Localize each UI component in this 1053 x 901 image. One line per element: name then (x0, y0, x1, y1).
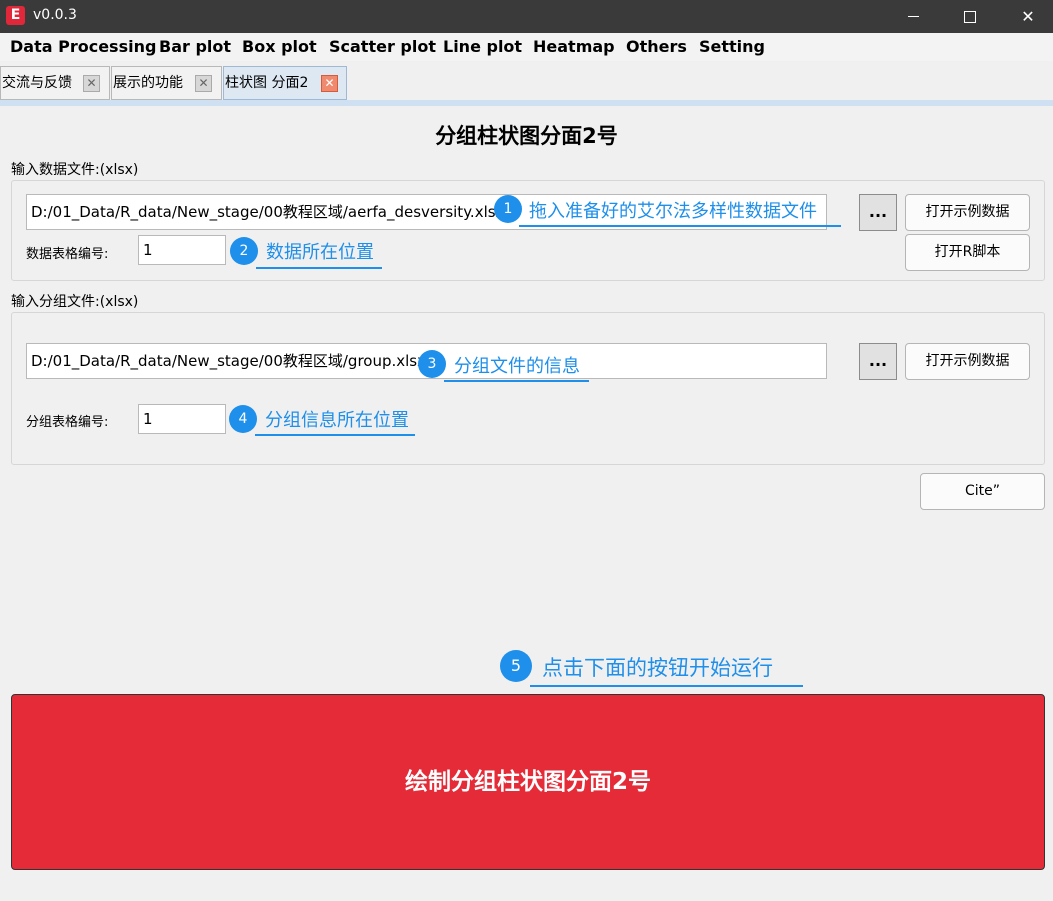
annotation-underline (444, 380, 589, 382)
menu-scatter-plot[interactable]: Scatter plot (329, 37, 436, 56)
group-file-section-label: 输入分组文件:(xlsx) (11, 294, 139, 310)
menu-bar: Data Processing Bar plot Box plot Scatte… (0, 33, 1053, 61)
tab-bar-facet[interactable]: 柱状图 分面2 ✕ (223, 66, 347, 100)
maximize-button[interactable] (945, 0, 995, 33)
group-file-browse-button[interactable]: ... (859, 343, 897, 380)
window-title: v0.0.3 (33, 7, 77, 23)
menu-bar-plot[interactable]: Bar plot (159, 37, 231, 56)
app-logo-icon: E (6, 6, 25, 25)
tab-close-icon[interactable]: ✕ (321, 75, 338, 92)
menu-others[interactable]: Others (626, 37, 687, 56)
close-icon: ✕ (1021, 7, 1035, 26)
tab-label: 展示的功能 (113, 75, 183, 91)
annotation-badge-3: 3 (418, 350, 446, 378)
group-open-example-button[interactable]: 打开示例数据 (905, 343, 1030, 380)
annotation-badge-4: 4 (229, 405, 257, 433)
group-file-group (11, 312, 1045, 465)
annotation-text-3: 分组文件的信息 (454, 356, 580, 377)
tab-features[interactable]: 展示的功能 ✕ (111, 66, 222, 100)
tab-close-icon[interactable]: ✕ (195, 75, 212, 92)
menu-heatmap[interactable]: Heatmap (533, 37, 615, 56)
minimize-icon (907, 16, 919, 17)
minimize-button[interactable] (888, 0, 938, 33)
annotation-underline (255, 434, 415, 436)
data-sheet-input[interactable]: 1 (138, 235, 226, 265)
annotation-badge-5: 5 (500, 650, 532, 682)
annotation-text-4: 分组信息所在位置 (265, 410, 409, 431)
tab-close-icon[interactable]: ✕ (83, 75, 100, 92)
tab-bar: 交流与反馈 ✕ 展示的功能 ✕ 柱状图 分面2 ✕ (0, 66, 1053, 100)
tab-strip (0, 100, 1053, 106)
run-plot-button[interactable]: 绘制分组柱状图分面2号 (11, 694, 1045, 870)
tab-label: 交流与反馈 (2, 75, 72, 91)
annotation-underline (530, 685, 803, 687)
tab-feedback[interactable]: 交流与反馈 ✕ (0, 66, 110, 100)
annotation-underline (519, 225, 841, 227)
annotation-text-2: 数据所在位置 (266, 242, 374, 263)
cite-button[interactable]: Cite” (920, 473, 1045, 510)
menu-line-plot[interactable]: Line plot (443, 37, 522, 56)
annotation-underline (256, 267, 382, 269)
annotation-badge-2: 2 (230, 237, 258, 265)
maximize-icon (964, 10, 976, 23)
menu-setting[interactable]: Setting (699, 37, 765, 56)
menu-box-plot[interactable]: Box plot (242, 37, 317, 56)
data-sheet-label: 数据表格编号: (26, 247, 109, 262)
page-title: 分组柱状图分面2号 (435, 124, 618, 148)
annotation-text-5: 点击下面的按钮开始运行 (542, 656, 773, 680)
title-bar: E v0.0.3 ✕ (0, 0, 1053, 33)
group-sheet-input[interactable]: 1 (138, 404, 226, 434)
data-file-section-label: 输入数据文件:(xlsx) (11, 162, 139, 178)
annotation-text-1: 拖入准备好的艾尔法多样性数据文件 (529, 201, 817, 222)
data-file-browse-button[interactable]: ... (859, 194, 897, 231)
data-open-example-button[interactable]: 打开示例数据 (905, 194, 1030, 231)
menu-data-processing[interactable]: Data Processing (10, 37, 156, 56)
open-r-script-button[interactable]: 打开R脚本 (905, 234, 1030, 271)
annotation-badge-1: 1 (494, 195, 522, 223)
close-window-button[interactable]: ✕ (1003, 0, 1053, 33)
group-sheet-label: 分组表格编号: (26, 415, 109, 430)
tab-label: 柱状图 分面2 (225, 75, 309, 91)
